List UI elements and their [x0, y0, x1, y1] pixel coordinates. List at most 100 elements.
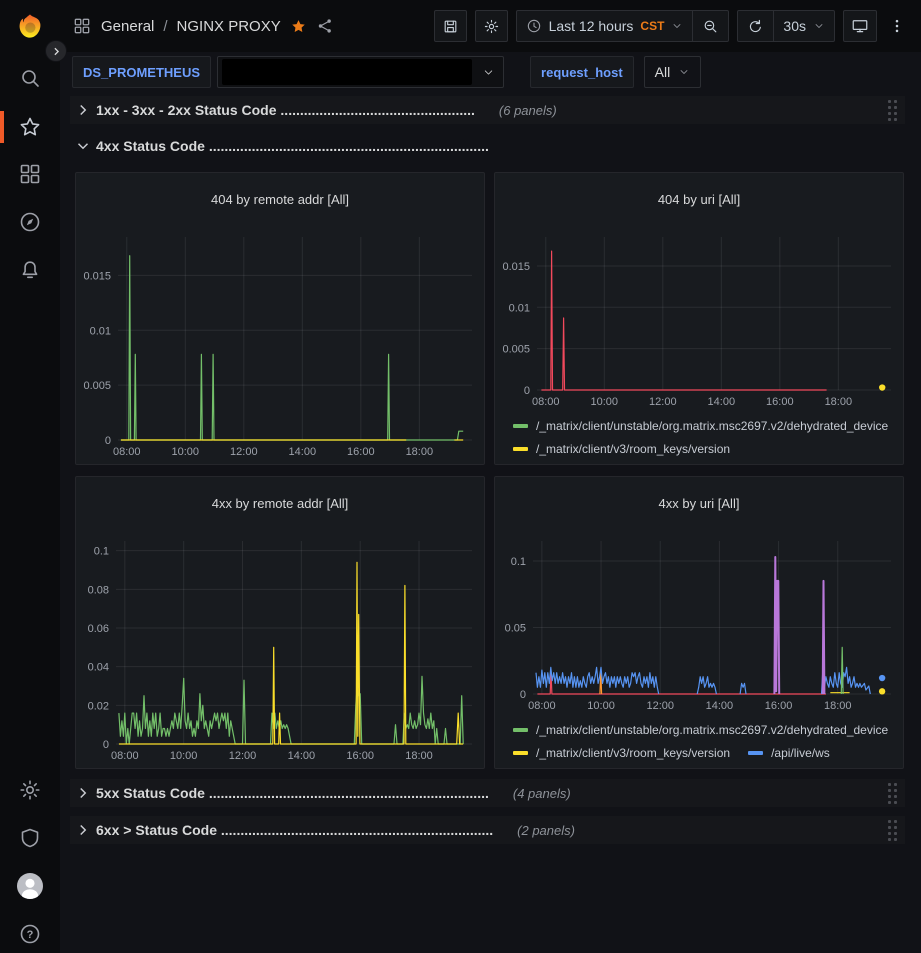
legend-series-label: /_matrix/client/r0/sync — [536, 765, 652, 769]
svg-text:0: 0 — [520, 689, 526, 701]
svg-text:16:00: 16:00 — [766, 396, 794, 408]
panel-grid: 404 by remote addr [All] 08:00 10:00 12:00… — [75, 172, 904, 769]
redacted-datasource-value — [222, 59, 472, 85]
sidebar-expand-button[interactable] — [45, 40, 67, 62]
time-series-chart[interactable]: 08:0010:0012:0014:0016:0018:0000.020.040… — [76, 531, 484, 766]
row-drag-handle[interactable] — [886, 98, 899, 123]
more-options-kebab-icon[interactable] — [885, 10, 909, 42]
legend-item[interactable]: /api/live/ws — [748, 742, 830, 765]
svg-text:12:00: 12:00 — [649, 396, 677, 408]
svg-text:18:00: 18:00 — [405, 750, 433, 762]
svg-text:16:00: 16:00 — [347, 446, 375, 458]
svg-text:0.1: 0.1 — [511, 556, 526, 568]
legend-item[interactable]: /_matrix/client/v3/room_keys/version — [513, 438, 730, 461]
zoom-out-time-button[interactable] — [692, 11, 728, 41]
svg-text:0.05: 0.05 — [505, 622, 526, 634]
panel-title[interactable]: 4xx by uri [All] — [495, 488, 903, 520]
datasource-variable-select[interactable] — [217, 56, 504, 88]
save-dashboard-button[interactable] — [434, 10, 467, 42]
svg-text:0.1: 0.1 — [94, 545, 109, 557]
dashboard-title[interactable]: NGINX PROXY — [177, 18, 281, 35]
svg-text:18:00: 18:00 — [406, 446, 434, 458]
panel-404-by-uri: 404 by uri [All] 08:0010:0012:0014:0016:… — [494, 172, 904, 465]
legend-series-label: /_matrix/client/unstable/org.matrix.msc2… — [536, 415, 888, 438]
dashboard-apps-icon — [72, 16, 92, 36]
legend-series-label: /_matrix/client/v3/room_keys/version — [536, 742, 730, 765]
starred-dashboards-icon[interactable] — [18, 115, 42, 139]
svg-text:0.015: 0.015 — [83, 270, 111, 282]
legend-item[interactable]: /_matrix/client/r0/sync — [513, 765, 652, 769]
row-header-6xx[interactable]: 6xx > Status Code ......................… — [70, 816, 905, 844]
row-header-5xx[interactable]: 5xx Status Code ........................… — [70, 779, 905, 807]
row-panels-count: (4 panels) — [513, 786, 571, 801]
row-title: 5xx Status Code ........................… — [96, 785, 489, 801]
panel-title[interactable]: 404 by remote addr [All] — [76, 184, 484, 216]
row-header-1xx-3xx-2xx[interactable]: 1xx - 3xx - 2xx Status Code ............… — [70, 96, 905, 124]
favorite-star-icon[interactable] — [290, 18, 307, 35]
cycle-view-mode-button[interactable] — [843, 10, 877, 42]
request-host-variable-value: All — [655, 64, 671, 80]
time-zone-badge: CST — [640, 19, 664, 33]
legend-series-swatch — [513, 751, 528, 755]
share-icon[interactable] — [316, 17, 334, 35]
svg-text:10:00: 10:00 — [170, 750, 198, 762]
alerting-bell-icon[interactable] — [18, 258, 42, 282]
svg-text:0: 0 — [103, 739, 109, 751]
panel-404-by-remote-addr: 404 by remote addr [All] 08:0010:0012:00… — [75, 172, 485, 465]
legend-item[interactable]: /_matrix/client/unstable/org.matrix.msc2… — [513, 719, 888, 742]
panel-title[interactable]: 4xx by remote addr [All] — [76, 488, 484, 520]
panel-legend: /_matrix/client/unstable/org.matrix.msc2… — [495, 412, 903, 465]
panel-title[interactable]: 404 by uri [All] — [495, 184, 903, 216]
legend-item[interactable]: /_matrix/client/unstable/org.matrix.msc2… — [513, 415, 888, 438]
chart-svg: 08:0010:0012:0014:0016:0018:0000.0050.01… — [495, 227, 903, 412]
breadcrumb-folder[interactable]: General — [101, 18, 154, 35]
configuration-gear-icon[interactable] — [18, 778, 42, 802]
panel-legend: 10.0.3.2172.18.0.6 — [76, 462, 484, 465]
row-drag-handle[interactable] — [886, 818, 899, 843]
row-panels-count: (6 panels) — [499, 103, 557, 118]
svg-text:0.01: 0.01 — [509, 302, 530, 314]
time-series-chart[interactable]: 08:0010:0012:0014:0016:0018:0000.0050.01… — [495, 227, 903, 412]
svg-text:08:00: 08:00 — [532, 396, 560, 408]
breadcrumb: General / NGINX PROXY — [72, 16, 334, 36]
dashboards-icon[interactable] — [18, 162, 42, 186]
legend-series-swatch — [513, 728, 528, 732]
dashboard-settings-button[interactable] — [475, 10, 508, 42]
refresh-button[interactable] — [738, 11, 773, 41]
legend-series-swatch — [748, 751, 763, 755]
chevron-right-icon — [74, 821, 92, 839]
svg-text:18:00: 18:00 — [824, 700, 852, 712]
svg-text:08:00: 08:00 — [113, 446, 141, 458]
svg-text:16:00: 16:00 — [346, 750, 374, 762]
legend-series-label: /_matrix/client/unstable/org.matrix.msc2… — [536, 461, 888, 465]
svg-text:?: ? — [27, 929, 34, 941]
legend-item[interactable]: /_matrix/client/unstable/org.matrix.msc2… — [513, 461, 888, 465]
help-icon[interactable]: ? — [18, 922, 42, 946]
server-admin-shield-icon[interactable] — [18, 826, 42, 850]
time-series-chart[interactable]: 08:0010:0012:0014:0016:0018:0000.050.1 — [495, 531, 903, 716]
svg-text:16:00: 16:00 — [765, 700, 793, 712]
panel-4xx-by-remote-addr: 4xx by remote addr [All] 08:0010:0012:00… — [75, 476, 485, 769]
grafana-logo[interactable] — [16, 12, 44, 40]
svg-text:08:00: 08:00 — [111, 750, 139, 762]
legend-item[interactable]: /_matrix/client/v3/room_keys/version — [513, 742, 730, 765]
request-host-variable-select[interactable]: All — [644, 56, 702, 88]
svg-text:12:00: 12:00 — [230, 446, 258, 458]
user-avatar[interactable] — [17, 873, 43, 899]
svg-text:0.06: 0.06 — [88, 623, 109, 635]
top-navigation-bar: General / NGINX PROXY L — [60, 0, 921, 52]
row-panels-count: (2 panels) — [517, 823, 575, 838]
chevron-down-icon — [482, 66, 495, 79]
row-drag-handle[interactable] — [886, 781, 899, 806]
time-series-chart[interactable]: 08:0010:0012:0014:0016:0018:0000.0050.01… — [76, 227, 484, 462]
search-icon[interactable] — [18, 66, 42, 90]
refresh-interval-value: 30s — [783, 18, 806, 34]
svg-text:10:00: 10:00 — [591, 396, 619, 408]
refresh-group: 30s — [737, 10, 835, 42]
chart-svg: 08:0010:0012:0014:0016:0018:0000.050.1 — [495, 531, 903, 716]
explore-compass-icon[interactable] — [18, 210, 42, 234]
refresh-interval-picker[interactable]: 30s — [773, 11, 834, 41]
row-header-4xx[interactable]: 4xx Status Code ........................… — [70, 132, 905, 160]
time-range-picker[interactable]: Last 12 hours CST — [517, 11, 693, 41]
svg-text:0.08: 0.08 — [88, 584, 109, 596]
